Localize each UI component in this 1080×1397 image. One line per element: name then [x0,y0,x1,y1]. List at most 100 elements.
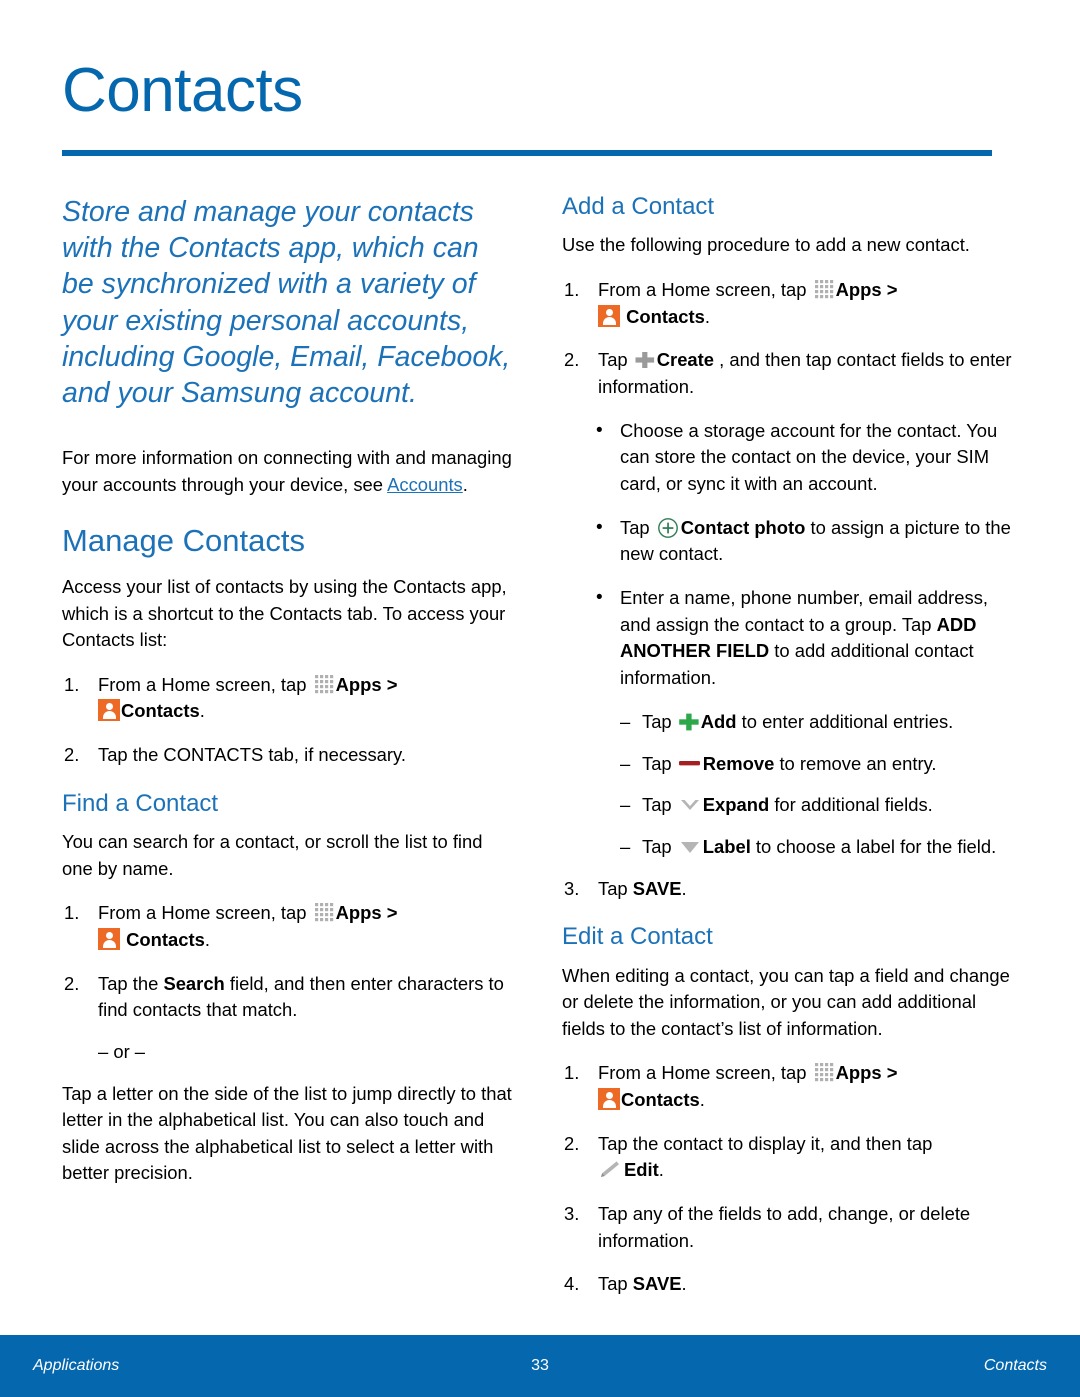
create-plus-icon[interactable] [633,349,657,371]
page-title: Contacts [62,56,303,125]
step-number: 2. [64,744,80,766]
dash-text-a: Tap [642,752,677,774]
edit-contact-body: When editing a contact, you can tap a fi… [562,964,1010,1039]
step-text-a: Tap [598,349,633,371]
contact-photo-icon[interactable] [655,516,681,540]
step-text-b: . [658,1159,664,1181]
contacts-icon[interactable] [98,699,120,722]
step-separator: > [381,673,398,695]
list-item: Tap Expand for additional fields. [620,792,1014,819]
expand-label: Expand [702,794,770,816]
edit-pencil-icon[interactable] [598,1159,624,1181]
step-text-b: . [681,1273,687,1295]
step-period: . [704,305,710,327]
add-plus-icon[interactable] [677,711,701,733]
page-header: Contacts [0,0,1080,156]
contacts-label: Contacts [621,1088,700,1110]
or-separator: – or – [98,1040,146,1062]
list-item: Tap Contact photo to assign a picture to… [596,514,1014,568]
apps-icon[interactable] [814,1062,835,1083]
edit-label: Edit [624,1159,659,1181]
apps-icon[interactable] [314,674,335,695]
dash-text-a: Tap [642,835,677,857]
step-text-a: Tap [598,1273,633,1295]
step-separator: > [881,1062,898,1084]
bullet-text-a: Enter a name, phone number, email addres… [620,587,989,635]
step-text-a: Tap the [98,972,164,994]
right-column: Add a Contact Use the following procedur… [562,193,1014,1315]
step-number: 3. [564,877,580,899]
remove-label: Remove [702,752,775,774]
step-text-a: From a Home screen, tap [98,673,312,695]
list-item: Tap Remove to remove an entry. [620,751,1014,778]
step-text-a: From a Home screen, tap [598,278,812,300]
step-text-b: . [681,877,687,899]
intro-text-after: . [462,473,468,495]
add-contact-bullets: Choose a storage account for the contact… [562,417,1014,692]
step-number: 3. [564,1202,580,1224]
page-footer: Applications 33 Contacts [0,1335,1080,1397]
apps-label: Apps [335,673,382,695]
heading-add-a-contact: Add a Contact [562,193,715,220]
bullet-text-a: Tap [620,516,655,538]
step-period: . [204,928,210,950]
intro-paragraph: For more information on connecting with … [62,445,514,498]
left-column: Store and manage your contacts with the … [62,194,514,1205]
apps-label: Apps [835,278,882,300]
list-item: Choose a storage account for the contact… [596,417,1014,498]
add-contact-steps: 1. From a Home screen, tap Apps > Contact… [562,277,1014,401]
apps-label: Apps [835,1062,882,1084]
list-item: Tap Label to choose a label for the fiel… [620,834,1014,861]
list-item: 1. From a Home screen, tap Apps > Contact… [562,1060,1014,1113]
step-number: 2. [64,972,80,994]
search-field-label: Search [163,972,225,994]
chevron-down-icon[interactable] [677,795,703,815]
content-columns: Store and manage your contacts with the … [0,156,1080,1315]
contacts-label: Contacts [126,928,205,950]
heading-edit-a-contact: Edit a Contact [562,923,713,951]
apps-icon[interactable] [814,279,835,300]
manage-contacts-steps: 1. From a Home screen, tap Apps > Contact… [62,672,514,769]
dash-text-a: Tap [642,794,677,816]
list-item: 1. From a Home screen, tap Apps > Contact… [62,672,514,725]
contacts-icon[interactable] [98,927,120,950]
step-number: 1. [64,902,80,924]
heading-find-a-contact: Find a Contact [62,789,219,817]
heading-manage-contacts: Manage Contacts [62,523,305,559]
list-item: 1. From a Home screen, tap Apps > Contact… [62,900,514,953]
step-separator: > [381,902,398,924]
edit-contact-steps: 1. From a Home screen, tap Apps > Contact… [562,1060,1014,1298]
find-contact-steps: 1. From a Home screen, tap Apps > Contact… [62,900,514,1024]
caret-down-icon[interactable] [677,837,703,857]
remove-minus-icon[interactable] [677,753,703,773]
step-text-a: From a Home screen, tap [98,902,312,924]
list-item: 4. Tap SAVE. [562,1271,1014,1298]
step-number: 1. [64,673,80,695]
list-item: Enter a name, phone number, email addres… [596,584,1014,692]
list-item: 2. Tap the Search field, and then enter c… [62,971,514,1024]
add-contact-body: Use the following procedure to add a new… [562,234,970,256]
step-text: Tap the CONTACTS tab, if necessary. [98,744,406,766]
label-label: Label [702,835,751,857]
manage-contacts-body: Access your list of contacts by using th… [62,576,507,651]
contact-photo-label: Contact photo [680,516,806,538]
list-item: Tap Add to enter additional entries. [620,709,1014,736]
step-text-a: Tap the contact to display it, and then … [598,1132,933,1154]
contacts-label: Contacts [626,305,705,327]
step-number: 4. [564,1273,580,1295]
find-contact-alternative: Tap a letter on the side of the list to … [62,1082,512,1184]
apps-icon[interactable] [314,902,335,923]
contacts-icon[interactable] [598,304,620,327]
contacts-icon[interactable] [598,1087,620,1110]
add-contact-final-step: 3. Tap SAVE. [562,876,1014,903]
dash-text-b: to choose a label for the field. [750,835,997,857]
step-text: Tap any of the fields to add, change, or… [598,1202,971,1251]
list-item: 2. Tap the CONTACTS tab, if necessary. [62,742,514,769]
step-text-a: Tap [598,877,633,899]
footer-page-number: 33 [531,1357,549,1374]
add-label: Add [700,710,737,732]
list-item: 3. Tap SAVE. [562,876,1014,903]
step-text-a: From a Home screen, tap [598,1062,812,1084]
accounts-link[interactable]: Accounts [387,474,463,495]
contacts-label: Contacts [121,700,200,722]
